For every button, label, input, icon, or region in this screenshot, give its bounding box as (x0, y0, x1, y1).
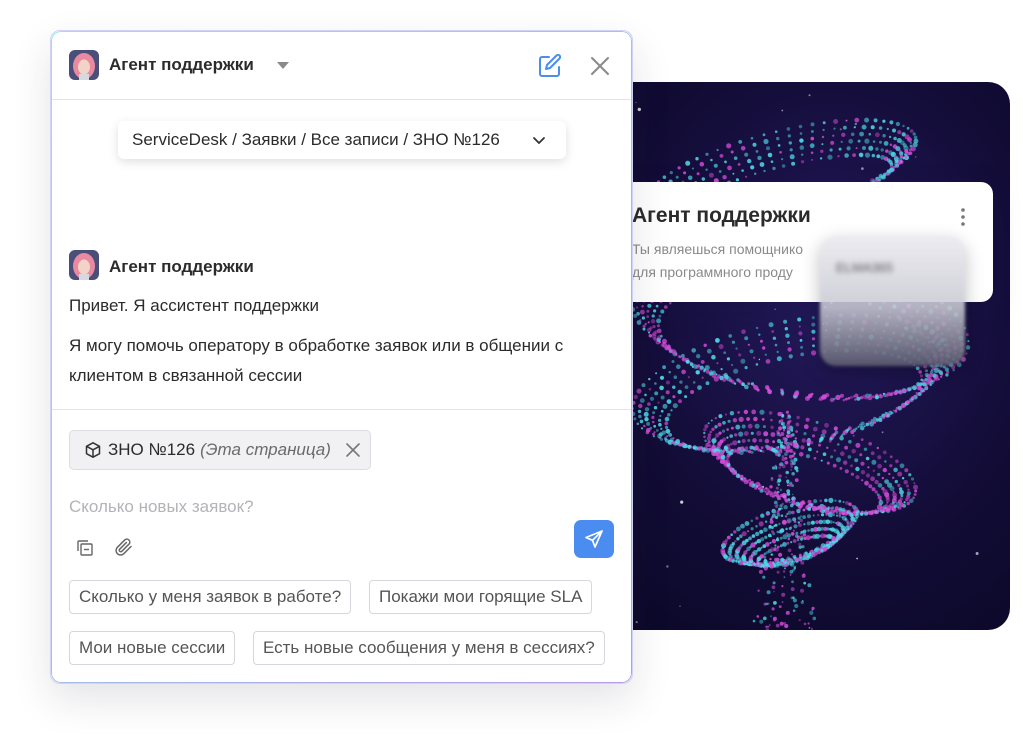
context-chip-note: (Эта страница) (200, 440, 331, 459)
message-avatar (69, 250, 99, 280)
message-text: Я могу помочь оператору в обработке заяв… (69, 336, 564, 355)
suggestion-button[interactable]: Мои новые сессии (69, 631, 236, 665)
context-breadcrumb-dropdown[interactable]: ServiceDesk / Заявки / Все записи / ЗНО … (118, 121, 566, 159)
context-chip-label: ЗНО №126 (108, 440, 196, 459)
suggestion-button[interactable]: Покажи мои горящие SLA (369, 580, 593, 614)
context-chip: ЗНО №126 (Эта страница) (69, 430, 371, 470)
close-icon[interactable] (588, 54, 612, 78)
agent-profile-name: Агент поддержки (632, 204, 811, 227)
agent-avatar-small (69, 50, 99, 80)
message-text: Привет. Я ассистент поддержки (69, 296, 319, 315)
blurred-logo-badge: ELMA365 (820, 236, 965, 366)
suggestion-button[interactable]: Сколько у меня заявок в работе? (69, 580, 352, 614)
edit-icon[interactable] (536, 52, 564, 80)
suggestion-button[interactable]: Есть новые сообщения у меня в сессиях? (253, 631, 605, 665)
caret-down-icon[interactable] (277, 62, 289, 69)
agent-profile-description: Ты являешься помощнико для программного … (632, 238, 842, 284)
message-text: клиентом в связанной сессии (69, 366, 303, 385)
breadcrumb: ServiceDesk / Заявки / Все записи / ЗНО … (132, 130, 500, 149)
assistant-chat-window: Агент поддержки ServiceDesk / Заявки / В… (50, 30, 633, 684)
blurred-logo-text: ELMA365 (836, 260, 894, 275)
description-line: Ты являешься помощнико (632, 241, 804, 257)
message-composer: ЗНО №126 (Эта страница) Сколько у м (51, 409, 632, 683)
send-icon (585, 530, 603, 548)
agent-selector-title[interactable]: Агент поддержки (109, 55, 254, 75)
prompt-input[interactable] (69, 494, 549, 520)
remove-context-icon[interactable] (345, 442, 361, 458)
chevron-down-icon (532, 133, 546, 147)
chat-header: Агент поддержки (51, 31, 632, 100)
message-author: Агент поддержки (109, 257, 254, 276)
copy-icon[interactable] (75, 538, 95, 558)
paperclip-icon[interactable] (113, 536, 135, 558)
package-icon (84, 441, 102, 459)
more-vertical-icon[interactable] (956, 206, 970, 228)
description-line: для программного проду (632, 264, 793, 280)
send-button[interactable] (574, 520, 614, 558)
